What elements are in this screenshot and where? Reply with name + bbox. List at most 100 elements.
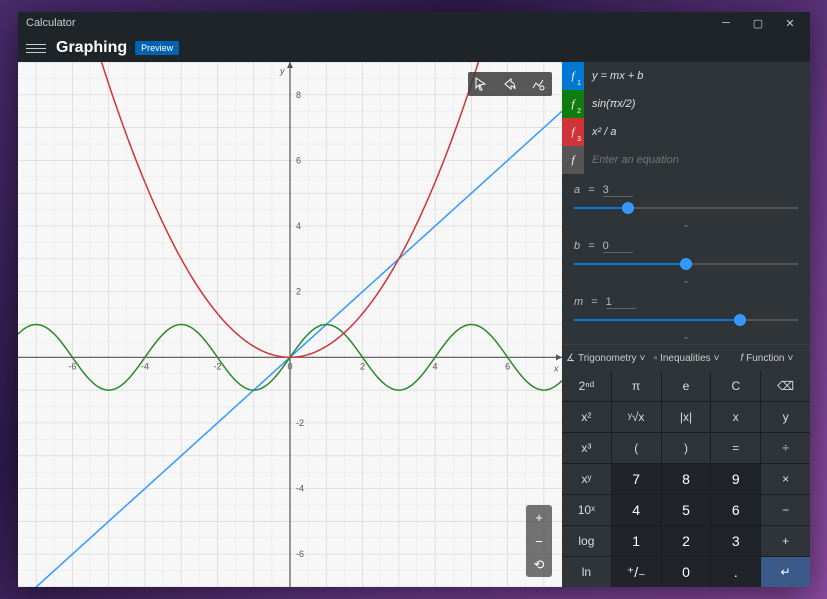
key-[interactable]: = — [711, 433, 760, 463]
key-x[interactable]: x³ — [562, 433, 611, 463]
key-[interactable]: ( — [612, 433, 661, 463]
key-[interactable]: π — [612, 371, 661, 401]
slider-var: m — [574, 296, 583, 309]
function-expression[interactable]: x² / a — [584, 126, 810, 138]
function-badge: f2 — [562, 90, 584, 118]
chevron-down-icon[interactable]: ⌄ — [574, 219, 798, 230]
key-x[interactable]: |x| — [662, 402, 711, 432]
function-expression[interactable]: y = mx + b — [584, 70, 810, 82]
key-[interactable]: ⁺/₋ — [612, 557, 661, 587]
function-row-1[interactable]: f1y = mx + b — [562, 62, 810, 90]
slider-var: a — [574, 184, 580, 197]
function-list: f1y = mx + bf2sin(πx/2)f3x² / af — [562, 62, 810, 174]
graph-options-icon[interactable] — [524, 72, 552, 96]
function-badge: f1 — [562, 62, 584, 90]
key-[interactable]: . — [711, 557, 760, 587]
key-2[interactable]: 2ⁿᵈ — [562, 371, 611, 401]
key-[interactable]: ⌫ — [761, 371, 810, 401]
slider-track[interactable] — [574, 201, 798, 215]
inequalities-dropdown[interactable]: ▫ Inequalities ˅ — [647, 347, 725, 369]
zoom-controls: + − ⟲ — [526, 505, 552, 577]
zoom-out-button[interactable]: − — [526, 529, 552, 553]
trig-dropdown[interactable]: ∡ Trigonometry ˅ — [566, 347, 645, 369]
content: -6-4-20246-6-4-22468xy + − ⟲ f1y = mx + … — [18, 62, 810, 587]
equation-input[interactable] — [584, 154, 810, 166]
slider-value[interactable]: 1 — [606, 296, 636, 309]
svg-text:0: 0 — [287, 361, 292, 371]
svg-text:2: 2 — [360, 361, 365, 371]
svg-text:-6: -6 — [68, 361, 76, 371]
chevron-down-icon[interactable]: ⌄ — [574, 275, 798, 286]
key-c[interactable]: C — [711, 371, 760, 401]
minimize-button[interactable]: ─ — [710, 12, 742, 34]
key-x[interactable]: ʸ√x — [612, 402, 661, 432]
sliders-panel: a=3⌄b=0⌄m=1⌄ — [562, 174, 810, 344]
graph-canvas[interactable]: -6-4-20246-6-4-22468xy + − ⟲ — [18, 62, 562, 587]
key-0[interactable]: 0 — [662, 557, 711, 587]
svg-text:6: 6 — [505, 361, 510, 371]
zoom-in-button[interactable]: + — [526, 505, 552, 529]
key-e[interactable]: e — [662, 371, 711, 401]
slider-m: m=1⌄ — [574, 296, 798, 342]
mode-title: Graphing — [56, 39, 127, 57]
function-row-4[interactable]: f — [562, 146, 810, 174]
slider-b: b=0⌄ — [574, 240, 798, 286]
svg-text:-6: -6 — [296, 549, 304, 559]
slider-track[interactable] — [574, 313, 798, 327]
function-row-3[interactable]: f3x² / a — [562, 118, 810, 146]
slider-thumb[interactable] — [734, 314, 746, 326]
trace-icon[interactable] — [468, 72, 496, 96]
key-x[interactable]: x² — [562, 402, 611, 432]
slider-thumb[interactable] — [622, 202, 634, 214]
function-expression[interactable]: sin(πx/2) — [584, 98, 810, 110]
function-badge: f — [562, 146, 584, 174]
key-3[interactable]: 3 — [711, 526, 760, 556]
key-y[interactable]: y — [761, 402, 810, 432]
key-7[interactable]: 7 — [612, 464, 661, 494]
key-ln[interactable]: ln — [562, 557, 611, 587]
slider-thumb[interactable] — [680, 258, 692, 270]
key-[interactable]: ) — [662, 433, 711, 463]
key-x[interactable]: xʸ — [562, 464, 611, 494]
function-dropdown[interactable]: f Function ˅ — [728, 347, 806, 369]
slider-track[interactable] — [574, 257, 798, 271]
close-button[interactable]: ✕ — [774, 12, 806, 34]
preview-badge: Preview — [135, 41, 179, 55]
key-1[interactable]: 1 — [612, 526, 661, 556]
function-row-2[interactable]: f2sin(πx/2) — [562, 90, 810, 118]
slider-var: b — [574, 240, 580, 253]
key-2[interactable]: 2 — [662, 526, 711, 556]
keypad: 2ⁿᵈπeC⌫ x²ʸ√x|x|xy x³()=÷ xʸ789× 10ˣ456− log1… — [562, 371, 810, 587]
svg-text:4: 4 — [296, 221, 301, 231]
svg-text:4: 4 — [433, 361, 438, 371]
svg-text:6: 6 — [296, 155, 301, 165]
chevron-down-icon[interactable]: ⌄ — [574, 331, 798, 342]
right-panel: f1y = mx + bf2sin(πx/2)f3x² / af a=3⌄b=0… — [562, 62, 810, 587]
key-4[interactable]: 4 — [612, 495, 661, 525]
zoom-reset-button[interactable]: ⟲ — [526, 553, 552, 577]
share-icon[interactable] — [496, 72, 524, 96]
key-8[interactable]: 8 — [662, 464, 711, 494]
app-window: Calculator ─ ▢ ✕ Graphing Preview -6 -4 -2… — [18, 12, 810, 587]
key-log[interactable]: log — [562, 526, 611, 556]
svg-text:-4: -4 — [296, 484, 304, 494]
graph-toolbar — [468, 72, 552, 96]
key-[interactable]: × — [761, 464, 810, 494]
svg-text:y: y — [279, 66, 285, 76]
key-6[interactable]: 6 — [711, 495, 760, 525]
maximize-button[interactable]: ▢ — [742, 12, 774, 34]
key-[interactable]: − — [761, 495, 810, 525]
header: Graphing Preview — [18, 34, 810, 62]
key-9[interactable]: 9 — [711, 464, 760, 494]
key-[interactable]: + — [761, 526, 810, 556]
slider-value[interactable]: 0 — [603, 240, 633, 253]
menu-icon[interactable] — [26, 38, 46, 58]
key-10[interactable]: 10ˣ — [562, 495, 611, 525]
key-x[interactable]: x — [711, 402, 760, 432]
svg-text:-2: -2 — [296, 418, 304, 428]
key-[interactable]: ↵ — [761, 557, 810, 587]
titlebar: Calculator ─ ▢ ✕ — [18, 12, 810, 34]
key-[interactable]: ÷ — [761, 433, 810, 463]
key-5[interactable]: 5 — [662, 495, 711, 525]
slider-value[interactable]: 3 — [603, 184, 633, 197]
